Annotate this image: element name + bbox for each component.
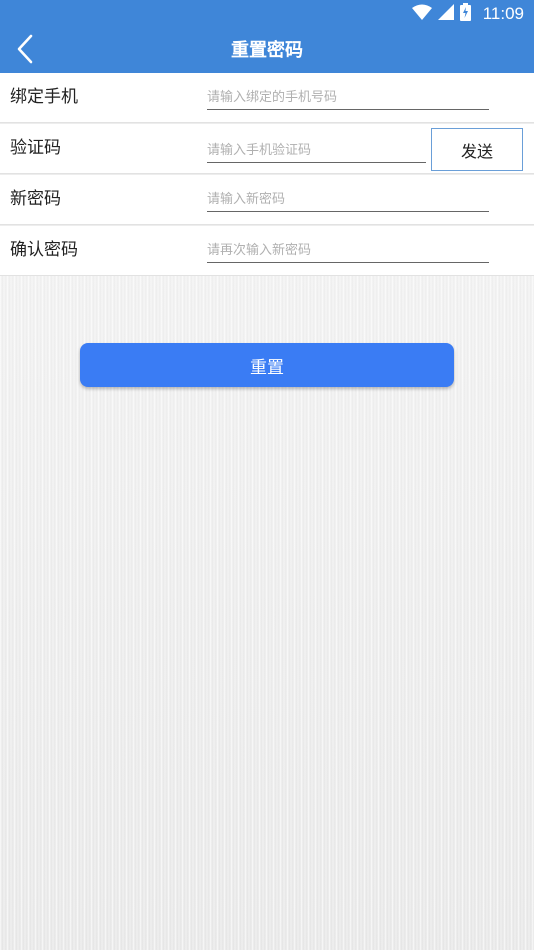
status-time: 11:09 xyxy=(482,4,524,23)
phone-input[interactable] xyxy=(207,85,489,110)
confirm-password-label: 确认密码 xyxy=(10,240,78,260)
wifi-icon xyxy=(411,4,432,24)
status-bar: 11:09 xyxy=(0,0,534,28)
verification-code-input[interactable] xyxy=(207,138,426,163)
code-row: 验证码 发送 xyxy=(0,124,534,174)
battery-charging-icon xyxy=(459,3,471,25)
phone-label: 绑定手机 xyxy=(10,87,78,107)
code-label: 验证码 xyxy=(10,138,61,158)
new-password-input[interactable] xyxy=(207,187,489,212)
app-header: 重置密码 xyxy=(0,28,534,73)
new-password-row: 新密码 xyxy=(0,175,534,225)
page-title: 重置密码 xyxy=(231,40,303,61)
confirm-password-row: 确认密码 xyxy=(0,226,534,276)
reset-password-form: 绑定手机 验证码 发送 新密码 确认密码 xyxy=(0,73,534,276)
phone-row: 绑定手机 xyxy=(0,73,534,123)
send-code-button[interactable]: 发送 xyxy=(431,128,523,171)
confirm-password-input[interactable] xyxy=(207,238,489,263)
reset-button[interactable]: 重置 xyxy=(80,343,454,387)
new-password-label: 新密码 xyxy=(10,189,61,209)
cellular-signal-icon xyxy=(437,4,454,24)
